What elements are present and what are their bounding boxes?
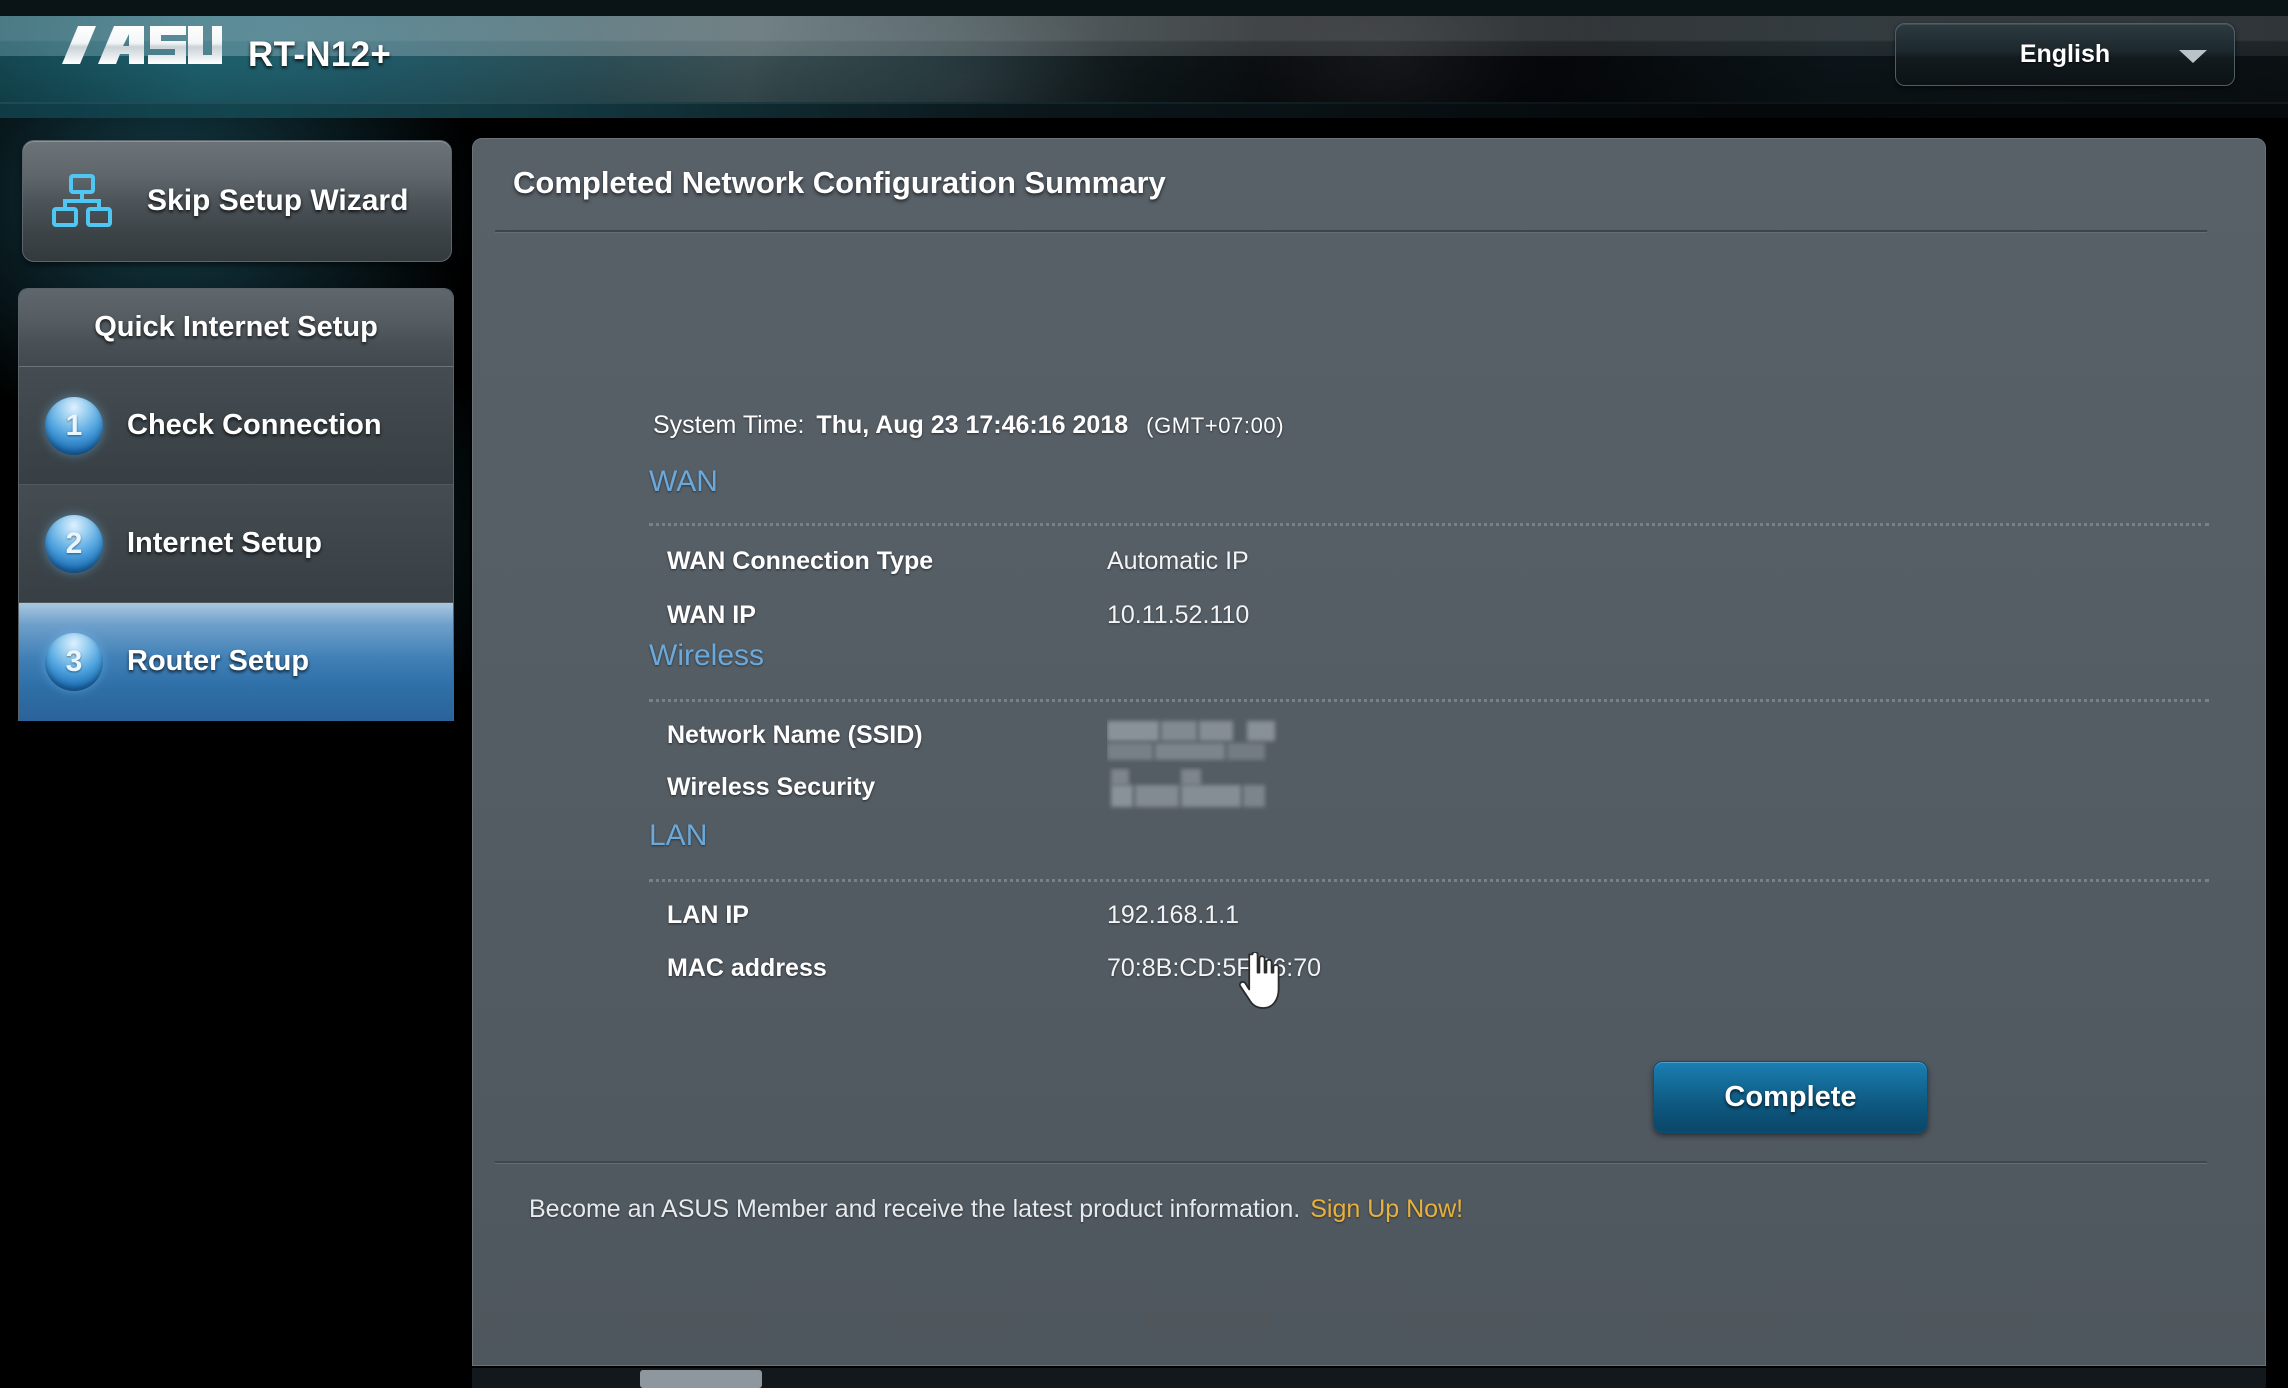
section-divider <box>649 523 2209 526</box>
row-key: LAN IP <box>667 901 749 929</box>
row-value: 192.168.1.1 <box>1107 901 1240 929</box>
wireless-security-redacted-value <box>1107 767 1307 813</box>
language-select[interactable]: English <box>1895 23 2235 86</box>
router-setup-page: RT-N12+ English Skip Setup Wizard Quick … <box>0 0 2288 1388</box>
row-value: 70:8B:CD:5F:96:70 <box>1107 954 1322 982</box>
row-key: MAC address <box>667 954 827 982</box>
system-time-value: Thu, Aug 23 17:46:16 2018 <box>816 411 1129 439</box>
skip-setup-wizard-label: Skip Setup Wizard <box>147 184 409 217</box>
quick-internet-setup-nav: Quick Internet Setup 1 Check Connection … <box>18 288 454 721</box>
brand-block: RT-N12+ <box>60 24 391 75</box>
sidebar-item-check-connection[interactable]: 1 Check Connection <box>19 367 453 485</box>
complete-button-label: Complete <box>1724 1080 1857 1113</box>
row-key: WAN IP <box>667 601 756 629</box>
section-heading: WAN <box>649 465 718 498</box>
router-model-name: RT-N12+ <box>248 35 392 74</box>
page-title: Completed Network Configuration Summary <box>513 165 1166 200</box>
app-header: RT-N12+ English <box>0 0 2288 118</box>
system-time-timezone: (GMT+07:00) <box>1146 413 1285 438</box>
asus-logo-icon <box>60 24 227 66</box>
network-topology-icon <box>51 173 113 229</box>
ssid-redacted-value <box>1107 717 1307 763</box>
sidebar-item-label: Check Connection <box>127 409 382 441</box>
skip-setup-wizard-button[interactable]: Skip Setup Wizard <box>22 140 452 262</box>
system-time-label: System Time: <box>653 411 805 439</box>
header-top-strip <box>0 0 2288 16</box>
section-heading: LAN <box>649 819 708 852</box>
bottom-scrollbar-thumb[interactable] <box>640 1370 762 1388</box>
title-divider <box>495 230 2207 233</box>
row-value: 10.11.52.110 <box>1107 601 1250 629</box>
chevron-down-icon <box>2179 50 2207 63</box>
row-key: Wireless Security <box>667 773 876 801</box>
footer-divider <box>495 1161 2207 1164</box>
section-divider <box>649 879 2209 882</box>
sidebar-item-label: Router Setup <box>127 645 310 677</box>
member-signup-message: Become an ASUS Member and receive the la… <box>529 1195 1301 1223</box>
row-key: WAN Connection Type <box>667 547 934 575</box>
sidebar-item-label: Internet Setup <box>127 527 322 559</box>
complete-button[interactable]: Complete <box>1653 1061 1928 1133</box>
main-content-panel: Completed Network Configuration Summary … <box>472 138 2266 1366</box>
step-number-badge: 1 <box>45 396 103 455</box>
member-signup-text: Become an ASUS Member and receive the la… <box>529 1195 1463 1224</box>
section-heading: Wireless <box>649 639 765 672</box>
sign-up-now-link[interactable]: Sign Up Now! <box>1310 1195 1463 1223</box>
row-value: Automatic IP <box>1107 547 1249 575</box>
header-bottom-fade <box>0 104 2288 118</box>
step-number-badge: 3 <box>45 632 103 691</box>
quick-internet-setup-title: Quick Internet Setup <box>19 289 453 367</box>
system-time: System Time: Thu, Aug 23 17:46:16 2018 (… <box>653 411 1284 440</box>
sidebar: Skip Setup Wizard Quick Internet Setup 1… <box>0 118 470 1388</box>
language-select-value: English <box>2019 40 2111 68</box>
sidebar-item-router-setup[interactable]: 3 Router Setup <box>19 603 453 721</box>
sidebar-item-internet-setup[interactable]: 2 Internet Setup <box>19 485 453 603</box>
section-divider <box>649 699 2209 702</box>
step-number-badge: 2 <box>45 514 103 573</box>
row-key: Network Name (SSID) <box>667 721 923 749</box>
